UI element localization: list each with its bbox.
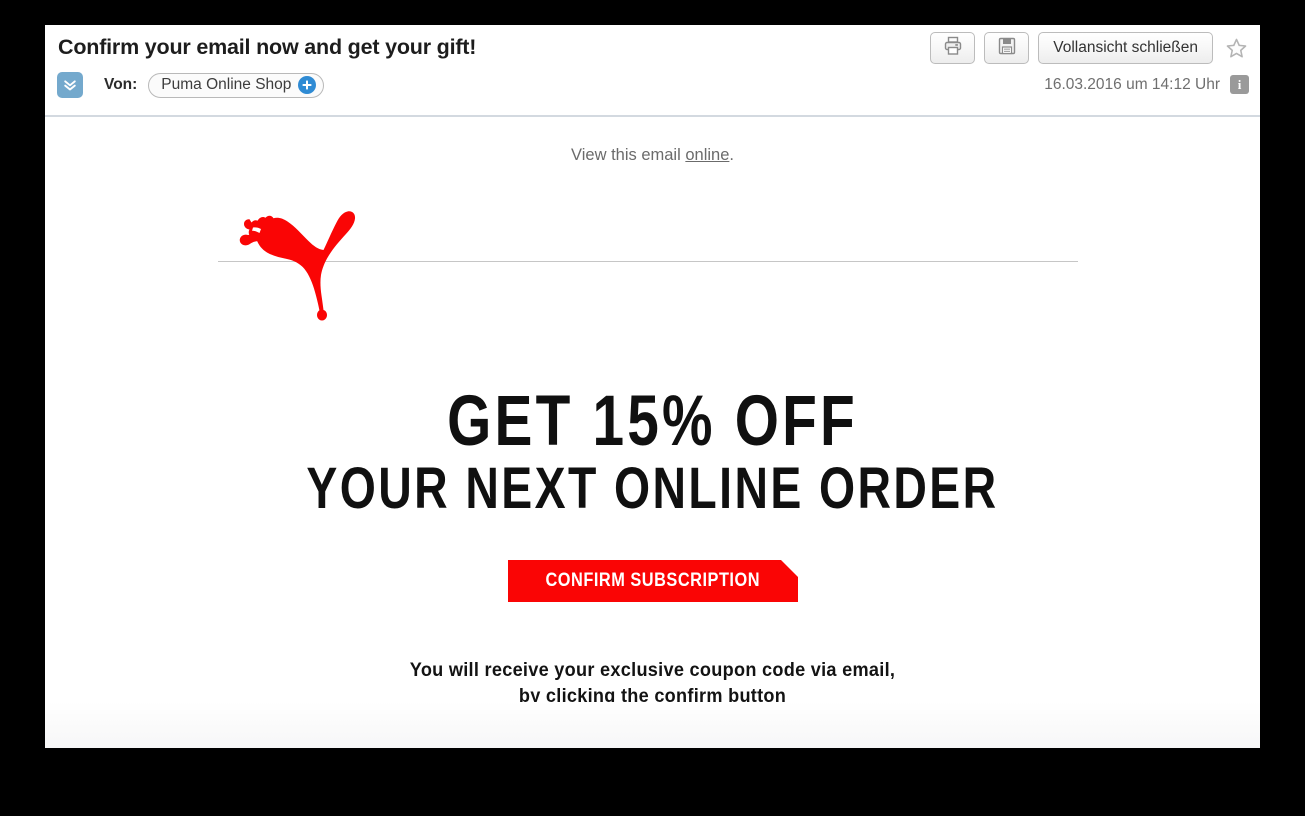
printer-icon [942, 35, 964, 62]
email-subject: Confirm your email now and get your gift… [58, 35, 477, 59]
confirm-subscription-label: CONFIRM SUBSCRIPTION [545, 570, 760, 591]
mail-header: Confirm your email now and get your gift… [45, 25, 1260, 117]
headline-line-2: YOUR NEXT ONLINE ORDER [306, 455, 999, 521]
print-button[interactable] [930, 32, 976, 64]
footnote-line-1: You will receive your exclusive coupon c… [409, 659, 896, 681]
floppy-disk-save-icon [997, 36, 1017, 61]
sender-pill[interactable]: Puma Online Shop [148, 72, 325, 98]
email-meta-row: 16.03.2016 um 14:12 Uhr i [1044, 75, 1249, 94]
sender-name: Puma Online Shop [161, 76, 292, 93]
plus-circle-icon[interactable] [298, 76, 317, 94]
cta-wrapper: CONFIRM SUBSCRIPTION [45, 560, 1260, 602]
chevron-double-down-icon[interactable] [57, 72, 83, 98]
view-online-line: View this email online. [45, 146, 1260, 165]
star-outline-icon[interactable] [1223, 35, 1249, 61]
email-timestamp: 16.03.2016 um 14:12 Uhr [1044, 75, 1220, 93]
sender-row: Von: Puma Online Shop [57, 72, 325, 98]
save-button[interactable] [984, 32, 1030, 64]
brand-logo-block [45, 199, 1260, 349]
sender-field-label: Von: [104, 76, 138, 93]
view-online-link[interactable]: online [685, 146, 729, 164]
body-bottom-band [45, 702, 1260, 748]
close-fullview-button[interactable]: Vollansicht schließen [1038, 32, 1213, 64]
screenshot-root: Confirm your email now and get your gift… [0, 0, 1305, 816]
corner-notch-decoration [780, 560, 798, 577]
email-body: View this email online. GET 15% OFF YOUR… [45, 117, 1260, 748]
view-online-suffix: . [729, 146, 734, 164]
mail-viewer-panel: Confirm your email now and get your gift… [45, 25, 1260, 748]
view-online-prefix: View this email [571, 146, 686, 164]
info-icon[interactable]: i [1230, 75, 1249, 94]
headline-line-1: GET 15% OFF [447, 382, 858, 461]
header-toolbar: Vollansicht schließen [930, 32, 1249, 64]
promo-headline: GET 15% OFF YOUR NEXT ONLINE ORDER [45, 382, 1260, 521]
puma-leaping-cat-logo [235, 203, 395, 333]
confirm-subscription-button[interactable]: CONFIRM SUBSCRIPTION [507, 560, 798, 602]
